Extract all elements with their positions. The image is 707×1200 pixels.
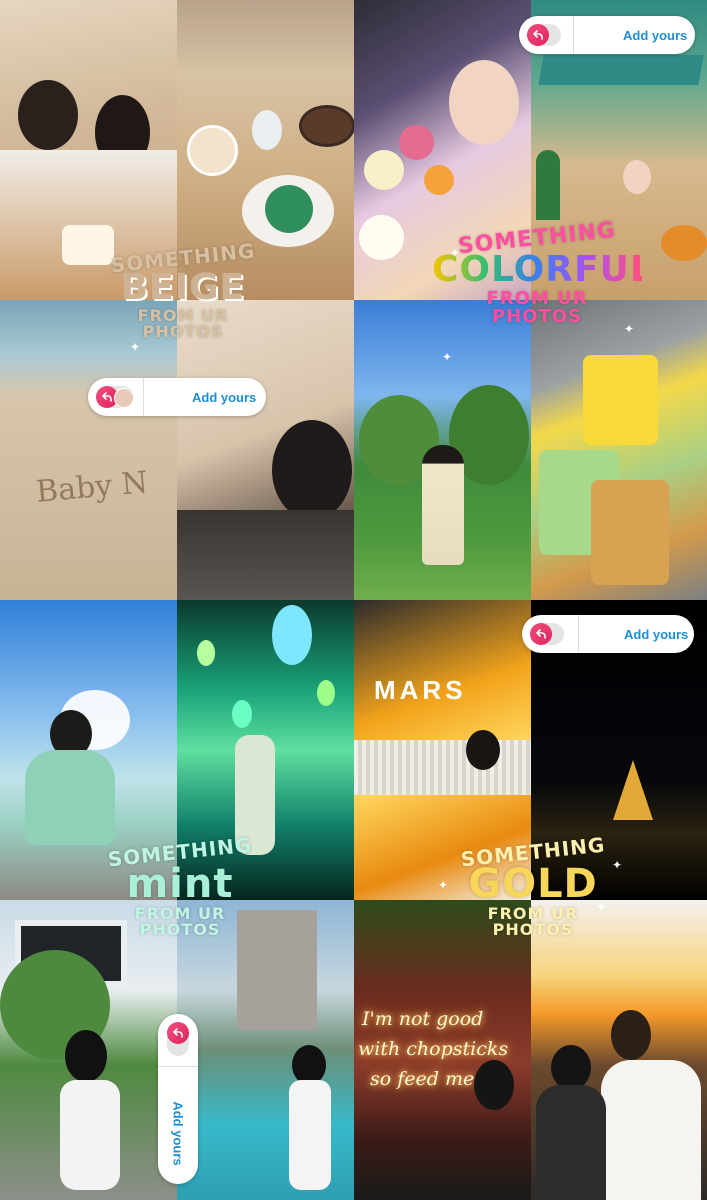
corn <box>583 355 658 445</box>
add-yours-label: Add yours <box>624 626 689 642</box>
salad <box>265 185 313 233</box>
glass <box>252 110 282 150</box>
flower <box>364 150 404 190</box>
divider <box>578 615 579 653</box>
sticker-something-mint: SOMETHING mint FROM UR PHOTOS <box>100 832 260 939</box>
flower <box>424 165 454 195</box>
add-yours-button[interactable]: Add yours <box>88 378 266 416</box>
add-yours-toggle <box>527 24 561 46</box>
pumpkin <box>661 225 707 261</box>
hoodie <box>601 1060 701 1200</box>
sticker-something-colorful: SOMETHING COLORFUL FROM UR PHOTOS <box>432 218 653 327</box>
neon-line-1: I'm not good <box>362 1008 484 1030</box>
sticker-line: PHOTOS <box>142 322 224 341</box>
bench-slats <box>354 740 531 795</box>
person-head <box>18 80 78 150</box>
photo-beach-sand: Baby N <box>0 300 177 600</box>
person-dress <box>422 445 464 565</box>
lantern <box>272 605 312 665</box>
person-head <box>466 730 500 770</box>
neon-line-3: so feed me <box>370 1068 475 1090</box>
add-yours-button[interactable]: Add yours <box>522 615 694 653</box>
lantern <box>317 680 335 706</box>
sparkle-icon: ✦ <box>130 340 141 354</box>
add-yours-reply-icon <box>530 623 552 645</box>
photo-food-trays <box>531 300 707 600</box>
lantern <box>197 640 215 666</box>
person <box>60 1080 120 1190</box>
pagoda <box>613 760 653 820</box>
photo-park-dress <box>354 300 531 600</box>
add-yours-label: Add yours <box>192 389 257 405</box>
divider <box>573 16 574 54</box>
sparkle-icon: ✦ <box>596 900 607 914</box>
person-head <box>292 1045 326 1085</box>
flower <box>399 125 434 160</box>
neon-line-2: with chopsticks <box>358 1038 509 1060</box>
pastries <box>591 480 669 585</box>
mars-sign: MARS <box>374 675 467 705</box>
divider <box>143 378 144 416</box>
lantern <box>232 700 252 728</box>
photo-neon-sign: I'm not good with chopsticks so feed me <box>354 900 531 1200</box>
face <box>449 60 519 145</box>
ground <box>177 510 354 600</box>
photo-beige-outfit <box>177 300 354 600</box>
door <box>536 150 560 220</box>
add-yours-label: Add yours <box>170 1101 186 1166</box>
sticker-line: PHOTOS <box>491 306 583 327</box>
sticker-something-gold: SOMETHING GOLD FROM UR PHOTOS <box>448 832 618 939</box>
photo-pool <box>177 900 354 1200</box>
roof <box>538 55 704 85</box>
cup <box>187 125 238 176</box>
sparkle-icon: ✦ <box>624 322 635 336</box>
add-yours-button[interactable]: Add yours <box>519 16 695 54</box>
sticker-line: PHOTOS <box>492 920 574 939</box>
sparkle-icon: ✦ <box>612 858 623 872</box>
add-yours-toggle <box>530 623 564 645</box>
add-yours-label: Add yours <box>623 27 688 43</box>
person-head <box>551 1045 591 1090</box>
sand-writing: Baby N <box>34 465 150 510</box>
photo-mint-street <box>0 900 177 1200</box>
person-top <box>25 750 115 845</box>
latte <box>299 105 354 147</box>
add-yours-reply-icon <box>167 1022 189 1044</box>
person <box>289 1080 331 1190</box>
avatar <box>114 388 134 408</box>
jacket <box>536 1085 606 1200</box>
add-yours-reply-icon <box>527 24 549 46</box>
sparkle-icon: ✦ <box>438 878 449 892</box>
sticker-line: PHOTOS <box>139 920 221 939</box>
person-head <box>65 1030 107 1082</box>
person-head <box>611 1010 651 1060</box>
add-yours-toggle <box>96 386 134 408</box>
hair <box>272 420 352 520</box>
cake <box>62 225 114 265</box>
sticker-word: mint <box>126 861 234 907</box>
divider <box>158 1066 198 1067</box>
sticker-something-beige: SOMETHING BEIGE FROM UR PHOTOS <box>108 238 258 341</box>
add-yours-button-vertical[interactable]: Add yours <box>158 1014 198 1184</box>
photo-collage-grid: Baby N MARS I'm not good with chopsticks… <box>0 0 707 1200</box>
photo-sunset-couple <box>531 900 707 1200</box>
person-head <box>623 160 651 194</box>
add-yours-toggle <box>167 1022 189 1056</box>
sparkle-icon: ✦ <box>450 246 461 260</box>
flower <box>359 215 404 260</box>
sparkle-icon: ✦ <box>442 350 453 364</box>
person-head <box>474 1060 514 1110</box>
